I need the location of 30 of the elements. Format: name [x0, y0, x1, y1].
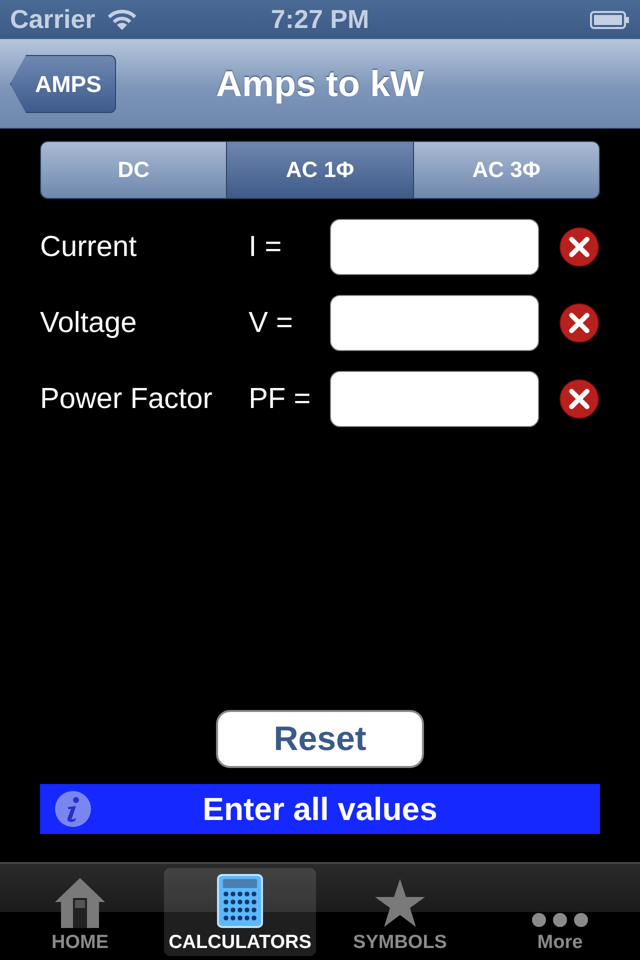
clock-time: 7:27 PM: [270, 4, 370, 35]
variable-symbol: I =: [248, 230, 283, 264]
battery-icon: [590, 10, 630, 30]
field-label: Current: [40, 230, 138, 264]
back-button[interactable]: AMPS: [10, 55, 116, 113]
carrier-name: Carrier: [10, 4, 96, 35]
house-icon: [53, 876, 107, 928]
input-field[interactable]: [330, 219, 540, 275]
field-label: Voltage: [40, 306, 138, 340]
tab-item[interactable]: More: [484, 868, 636, 956]
screen-title: Amps to kW: [216, 63, 424, 105]
variable-symbol: V =: [248, 306, 294, 340]
message-text: Enter all values: [202, 790, 438, 828]
tab-item[interactable]: CALCULATORS: [164, 868, 316, 956]
tab-item[interactable]: HOME: [4, 868, 156, 956]
star-icon: [374, 878, 426, 928]
field-label: Power Factor: [40, 382, 214, 416]
calculator-icon: [217, 874, 263, 928]
clear-icon[interactable]: [559, 302, 600, 344]
wifi-icon: [107, 8, 138, 30]
input-field[interactable]: [330, 371, 540, 427]
tab-item[interactable]: SYMBOLS: [324, 868, 476, 956]
input-field[interactable]: [330, 295, 540, 351]
info-icon: [54, 790, 92, 828]
variable-symbol: PF =: [248, 382, 312, 416]
more-icon: [531, 912, 589, 928]
segment-tab[interactable]: AC 1Φ: [227, 142, 414, 198]
clear-icon[interactable]: [559, 226, 600, 268]
clear-icon[interactable]: [559, 378, 600, 420]
reset-button[interactable]: Reset: [216, 710, 424, 768]
